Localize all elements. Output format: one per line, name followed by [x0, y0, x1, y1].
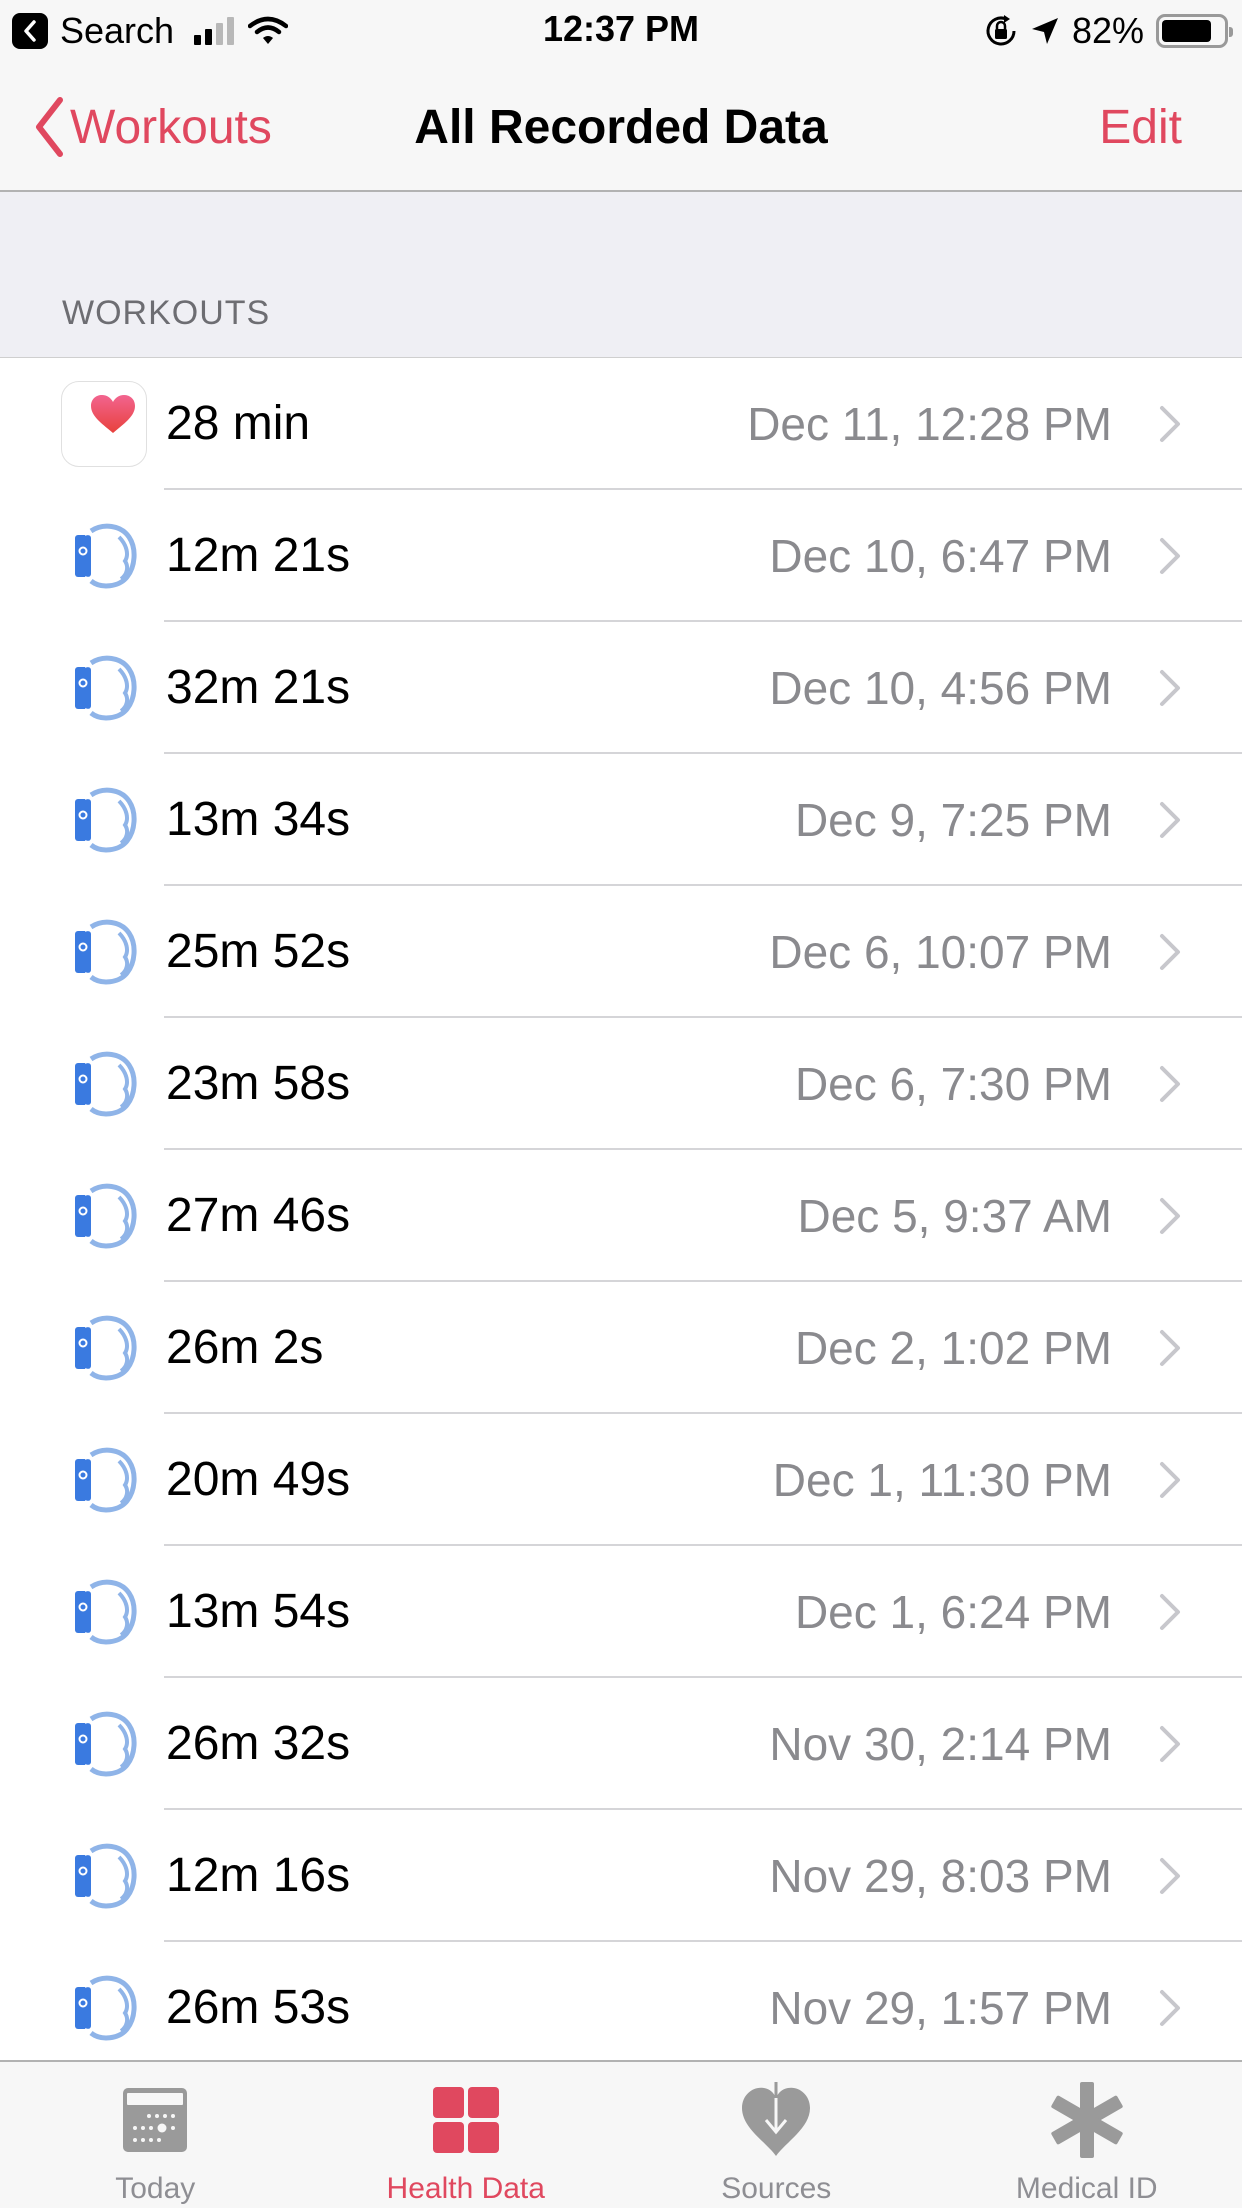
- tab-label: Today: [115, 2172, 196, 2205]
- battery-icon: [1156, 14, 1233, 48]
- workout-duration: 26m 53s: [166, 1981, 351, 2034]
- workout-row[interactable]: 23m 58s Dec 6, 7:30 PM: [0, 1018, 1242, 1150]
- workout-date: Dec 10, 6:47 PM: [769, 530, 1112, 582]
- apple-watch-icon: [60, 1568, 148, 1656]
- tab-label: Health Data: [386, 2172, 545, 2205]
- apple-watch-icon: [60, 1304, 148, 1392]
- tab-medical-id[interactable]: Medical ID: [932, 2062, 1242, 2208]
- page-title: All Recorded Data: [0, 100, 1242, 155]
- workout-date: Dec 9, 7:25 PM: [794, 794, 1112, 846]
- workout-row[interactable]: 25m 52s Dec 6, 10:07 PM: [0, 886, 1242, 1018]
- tab-label: Sources: [721, 2172, 832, 2205]
- calendar-icon: [115, 2080, 195, 2160]
- status-bar: Search 12:37 PM 82%: [0, 0, 1242, 62]
- workout-date: Dec 6, 10:07 PM: [769, 926, 1112, 978]
- workout-row[interactable]: 20m 49s Dec 1, 11:30 PM: [0, 1414, 1242, 1546]
- workout-duration: 25m 52s: [166, 925, 351, 978]
- chevron-right-icon: [1158, 404, 1182, 444]
- chevron-right-icon: [1158, 932, 1182, 972]
- workout-date: Dec 1, 6:24 PM: [794, 1586, 1112, 1638]
- apple-watch-icon: [60, 512, 148, 600]
- workout-duration: 27m 46s: [166, 1189, 351, 1242]
- workout-duration: 23m 58s: [166, 1057, 351, 1110]
- battery-level: [1162, 20, 1212, 42]
- location-icon: [1031, 18, 1058, 44]
- chevron-right-icon: [1158, 1856, 1182, 1896]
- workout-duration: 26m 32s: [166, 1717, 351, 1770]
- workout-row[interactable]: 12m 21s Dec 10, 6:47 PM: [0, 490, 1242, 622]
- workout-duration: 13m 54s: [166, 1585, 351, 1638]
- workout-date: Dec 6, 7:30 PM: [794, 1058, 1112, 1110]
- chevron-right-icon: [1158, 1064, 1182, 1104]
- heart-download-icon: [736, 2080, 816, 2160]
- chevron-right-icon: [1158, 668, 1182, 708]
- workout-date: Dec 1, 11:30 PM: [772, 1454, 1112, 1506]
- workout-date: Nov 29, 1:57 PM: [769, 1982, 1112, 2034]
- workout-row[interactable]: 13m 54s Dec 1, 6:24 PM: [0, 1546, 1242, 1678]
- health-app-icon: [60, 380, 148, 468]
- workout-duration: 26m 2s: [166, 1321, 324, 1374]
- chevron-right-icon: [1158, 1460, 1182, 1500]
- workout-date: Dec 5, 9:37 AM: [797, 1190, 1113, 1242]
- workout-row[interactable]: 12m 16s Nov 29, 8:03 PM: [0, 1810, 1242, 1942]
- workout-row[interactable]: 13m 34s Dec 9, 7:25 PM: [0, 754, 1242, 886]
- workout-date: Nov 29, 8:03 PM: [769, 1850, 1112, 1902]
- tab-label: Medical ID: [1015, 2172, 1158, 2205]
- chevron-right-icon: [1158, 536, 1182, 576]
- workout-duration: 20m 49s: [166, 1453, 351, 1506]
- apple-watch-icon: [60, 644, 148, 732]
- tab-today[interactable]: Today: [0, 2062, 311, 2208]
- heart-icon: [61, 381, 147, 467]
- navigation-bar: Workouts All Recorded Data Edit: [0, 62, 1242, 192]
- apple-watch-icon: [60, 1436, 148, 1524]
- apple-watch-icon: [60, 1964, 148, 2052]
- workout-date: Dec 2, 1:02 PM: [794, 1322, 1112, 1374]
- asterisk-icon: [1047, 2080, 1127, 2160]
- workout-duration: 32m 21s: [166, 661, 351, 714]
- orientation-lock-icon: [986, 15, 1016, 46]
- chevron-right-icon: [1158, 1592, 1182, 1632]
- workout-date: Dec 11, 12:28 PM: [747, 398, 1112, 450]
- section-title: WORKOUTS: [62, 294, 271, 332]
- grid-icon: [426, 2080, 506, 2160]
- tab-bar: Today Health Data Sources Medical ID: [0, 2060, 1242, 2208]
- workout-list: 28 min Dec 11, 12:28 PM 12m 21s Dec 10, 6:4…: [0, 358, 1242, 2074]
- chevron-right-icon: [1158, 1196, 1182, 1236]
- tab-health-data[interactable]: Health Data: [311, 2062, 622, 2208]
- workout-duration: 12m 16s: [166, 1849, 351, 1902]
- workout-date: Nov 30, 2:14 PM: [769, 1718, 1112, 1770]
- page-title-text: All Recorded Data: [414, 101, 828, 154]
- workout-row[interactable]: 32m 21s Dec 10, 4:56 PM: [0, 622, 1242, 754]
- apple-watch-icon: [60, 908, 148, 996]
- workout-row[interactable]: 28 min Dec 11, 12:28 PM: [0, 358, 1242, 490]
- chevron-right-icon: [1158, 1328, 1182, 1368]
- apple-watch-icon: [60, 776, 148, 864]
- workout-duration: 12m 21s: [166, 529, 351, 582]
- workout-date: Dec 10, 4:56 PM: [769, 662, 1112, 714]
- workout-row[interactable]: 26m 53s Nov 29, 1:57 PM: [0, 1942, 1242, 2074]
- battery-percent: 82%: [1071, 10, 1144, 51]
- workout-row[interactable]: 27m 46s Dec 5, 9:37 AM: [0, 1150, 1242, 1282]
- workout-row[interactable]: 26m 32s Nov 30, 2:14 PM: [0, 1678, 1242, 1810]
- apple-watch-icon: [60, 1040, 148, 1128]
- apple-watch-icon: [60, 1700, 148, 1788]
- workout-duration: 28 min: [166, 397, 311, 450]
- apple-watch-icon: [60, 1832, 148, 1920]
- section-header: WORKOUTS: [0, 192, 1242, 358]
- workout-duration: 13m 34s: [166, 793, 351, 846]
- workout-row[interactable]: 26m 2s Dec 2, 1:02 PM: [0, 1282, 1242, 1414]
- chevron-right-icon: [1158, 1724, 1182, 1764]
- apple-watch-icon: [60, 1172, 148, 1260]
- chevron-right-icon: [1158, 1988, 1182, 2028]
- chevron-right-icon: [1158, 800, 1182, 840]
- edit-button[interactable]: Edit: [1099, 100, 1182, 155]
- tab-sources[interactable]: Sources: [621, 2062, 932, 2208]
